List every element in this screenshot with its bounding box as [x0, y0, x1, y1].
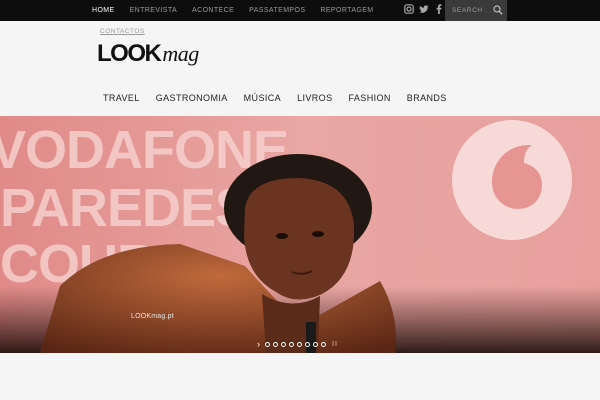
topnav-passatempos[interactable]: PASSATEMPOS: [249, 7, 305, 14]
nav-musica[interactable]: MÚSICA: [244, 93, 281, 103]
main-navigation: TRAVEL GASTRONOMIA MÚSICA LIVROS FASHION…: [103, 93, 463, 103]
pause-icon[interactable]: II: [332, 341, 338, 348]
slide-dot[interactable]: [313, 341, 318, 347]
topnav-acontece[interactable]: ACONTECE: [192, 7, 234, 14]
slide-dot[interactable]: [265, 341, 270, 347]
hero-image: VODAFONE PAREDES COURA: [0, 116, 600, 353]
topnav-entrevista[interactable]: ENTREVISTA: [130, 7, 177, 14]
topnav-reportagem[interactable]: REPORTAGEM: [320, 7, 373, 14]
nav-gastronomia[interactable]: GASTRONOMIA: [156, 93, 228, 103]
twitter-icon[interactable]: [419, 4, 429, 16]
search-icon[interactable]: [493, 5, 503, 15]
nav-brands[interactable]: BRANDS: [407, 93, 447, 103]
facebook-icon[interactable]: [434, 4, 444, 16]
top-navigation: HOME ENTREVISTA ACONTECE PASSATEMPOS REP…: [92, 0, 389, 21]
slide-dot[interactable]: [297, 341, 302, 347]
site-logo[interactable]: LOOK mag: [97, 42, 199, 66]
slider-controls: › II: [257, 339, 338, 349]
search-input[interactable]: [452, 4, 492, 17]
nav-travel[interactable]: TRAVEL: [103, 93, 140, 103]
slide-dot[interactable]: [273, 341, 278, 347]
slide-dot[interactable]: [321, 341, 326, 347]
logo-italic: mag: [162, 41, 199, 66]
top-bar: HOME ENTREVISTA ACONTECE PASSATEMPOS REP…: [0, 0, 600, 21]
contactos-link[interactable]: CONTACTOS: [100, 28, 145, 35]
nav-fashion[interactable]: FASHION: [348, 93, 390, 103]
topnav-home[interactable]: HOME: [92, 7, 115, 14]
next-slide-icon[interactable]: ›: [257, 339, 260, 349]
logo-bold: LOOK: [97, 40, 162, 67]
search-box: [445, 0, 507, 21]
hero-slider[interactable]: VODAFONE PAREDES COURA: [0, 116, 600, 353]
nav-livros[interactable]: LIVROS: [297, 93, 332, 103]
instagram-icon[interactable]: [404, 4, 414, 16]
social-links: [404, 4, 444, 16]
slide-dot[interactable]: [281, 341, 286, 347]
photo-watermark: LOOKmag.pt: [131, 313, 174, 320]
banner-line-2: PAREDES: [0, 178, 250, 238]
slide-dot[interactable]: [305, 341, 310, 347]
slide-dot[interactable]: [289, 341, 294, 347]
